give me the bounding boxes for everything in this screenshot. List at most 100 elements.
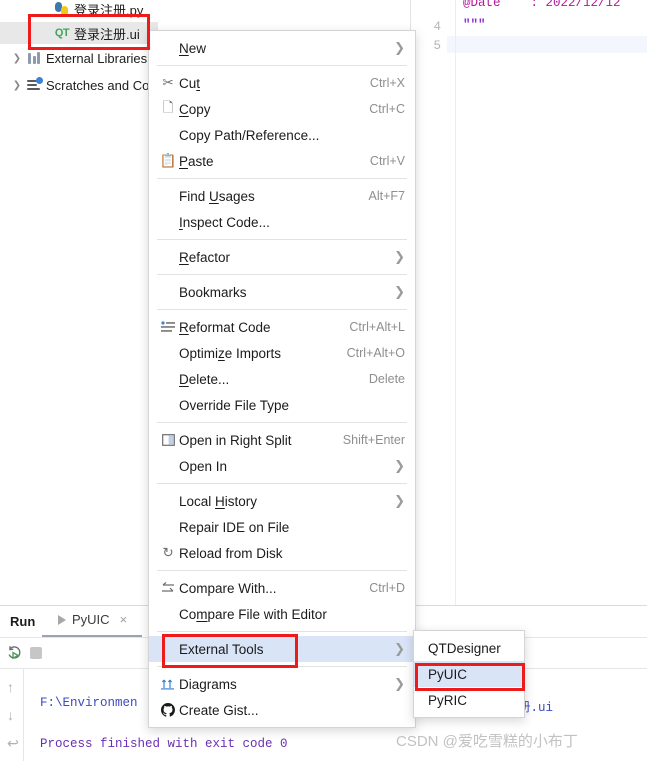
split-icon xyxy=(157,434,179,446)
editor-gutter: 4 5 xyxy=(411,0,447,605)
menu-item-label: Open in Right Split xyxy=(179,432,292,448)
menu-item-label: Reformat Code xyxy=(179,319,271,335)
chevron-right-icon: ❯ xyxy=(394,458,405,473)
menu-item-compare-file-with-editor[interactable]: Compare File with Editor xyxy=(149,601,415,627)
diagrams-icon xyxy=(157,678,179,690)
menu-item-label: Optimize Imports xyxy=(179,345,282,361)
menu-separator xyxy=(157,274,407,275)
menu-item-delete[interactable]: Delete... Delete xyxy=(149,366,415,392)
menu-item-shortcut: Delete xyxy=(368,372,405,386)
copy-icon: 🗋 xyxy=(162,99,174,115)
code-editor[interactable]: 4 5 @Date : 2022/12/12 """ xyxy=(410,0,647,605)
chevron-right-icon: ❯ xyxy=(394,249,405,264)
menu-item-label: Create Gist... xyxy=(179,702,259,718)
menu-item-label: Copy xyxy=(179,101,211,117)
rerun-icon[interactable] xyxy=(6,644,24,662)
menu-item-shortcut: Ctrl+Alt+L xyxy=(349,320,405,334)
chevron-right-icon: ❯ xyxy=(394,493,405,508)
menu-separator xyxy=(157,570,407,571)
menu-item-reformat-code[interactable]: Reformat Code Ctrl+Alt+L xyxy=(149,314,415,340)
menu-item-label: Override File Type xyxy=(179,397,290,413)
menu-item-find-usages[interactable]: Find Usages Alt+F7 xyxy=(149,183,415,209)
menu-item-inspect-code[interactable]: Inspect Code... xyxy=(149,209,415,235)
tree-item-py-file[interactable]: 登录注册.py xyxy=(0,0,230,20)
menu-separator xyxy=(157,239,407,240)
compare-icon xyxy=(157,582,179,594)
menu-item-label: Repair IDE on File xyxy=(179,519,290,535)
chevron-right-icon[interactable]: ❯ xyxy=(10,53,24,64)
editor-indent-guide xyxy=(455,0,456,605)
menu-item-label: Refactor xyxy=(179,249,231,265)
screenshot-root: 登录注册.py QT 登录注册.ui ❯ External Libraries … xyxy=(0,0,647,761)
menu-item-cut[interactable]: ✂ Cut Ctrl+X xyxy=(149,70,415,96)
python-file-icon xyxy=(52,2,72,16)
chevron-right-icon[interactable]: ❯ xyxy=(10,80,24,91)
github-icon xyxy=(157,703,179,717)
chevron-right-icon: ❯ xyxy=(394,40,405,55)
menu-item-label: Bookmarks xyxy=(179,284,247,300)
console-line: Process finished with exit code 0 xyxy=(40,737,288,751)
menu-item-new[interactable]: New ❯ xyxy=(149,35,415,61)
run-tab-label: PyUIC xyxy=(72,612,110,627)
menu-item-copy-path-reference[interactable]: Copy Path/Reference... xyxy=(149,122,415,148)
menu-item-create-gist[interactable]: Create Gist... xyxy=(149,697,415,723)
menu-item-repair-ide-on-file[interactable]: Repair IDE on File xyxy=(149,514,415,540)
scratches-icon xyxy=(24,77,44,91)
tree-item-ui-file[interactable]: QT 登录注册.ui xyxy=(0,22,158,44)
menu-item-reload-from-disk[interactable]: ↻ Reload from Disk xyxy=(149,540,415,566)
reformat-icon xyxy=(157,321,179,333)
scissors-icon: ✂ xyxy=(162,75,174,90)
menu-item-label: Open In xyxy=(179,458,228,474)
menu-item-open-in-right-split[interactable]: Open in Right Split Shift+Enter xyxy=(149,427,415,453)
console-line: F:\Environmen xyxy=(40,696,138,710)
menu-item-label: Delete... xyxy=(179,371,230,387)
menu-item-paste[interactable]: 📋 Paste Ctrl+V xyxy=(149,148,415,174)
reload-icon: ↻ xyxy=(162,545,174,560)
menu-item-copy[interactable]: 🗋 Copy Ctrl+C xyxy=(149,96,415,122)
chevron-right-icon: ❯ xyxy=(394,284,405,299)
stop-icon[interactable] xyxy=(30,647,42,659)
menu-item-shortcut: Ctrl+C xyxy=(369,102,405,116)
console-side-rail: ↑ ↓ ↩ xyxy=(0,669,24,761)
menu-item-shortcut: Alt+F7 xyxy=(368,189,405,203)
menu-item-label: Local History xyxy=(179,493,258,509)
menu-item-compare-with[interactable]: Compare With... Ctrl+D xyxy=(149,575,415,601)
chevron-right-icon: ❯ xyxy=(394,641,405,656)
menu-separator xyxy=(157,483,407,484)
menu-separator xyxy=(157,65,407,66)
scroll-up-icon[interactable]: ↑ xyxy=(7,679,14,695)
file-context-menu[interactable]: New ❯ ✂ Cut Ctrl+X 🗋 Copy Ctrl+C Copy Pa… xyxy=(148,30,416,728)
close-icon[interactable]: × xyxy=(120,612,128,627)
soft-wrap-icon[interactable]: ↩ xyxy=(7,735,19,752)
menu-item-label: Copy Path/Reference... xyxy=(179,127,320,143)
menu-item-label: Reload from Disk xyxy=(179,545,283,561)
line-number: 4 xyxy=(433,20,441,34)
menu-item-shortcut: Shift+Enter xyxy=(342,433,405,447)
menu-item-local-history[interactable]: Local History ❯ xyxy=(149,488,415,514)
menu-item-override-file-type[interactable]: Override File Type xyxy=(149,392,415,418)
menu-item-label: Compare With... xyxy=(179,580,277,596)
menu-item-label: External Tools xyxy=(179,641,264,657)
menu-item-label: Cut xyxy=(179,75,201,91)
line-number: 5 xyxy=(433,39,441,53)
menu-item-optimize-imports[interactable]: Optimize Imports Ctrl+Alt+O xyxy=(149,340,415,366)
submenu-item-pyuic[interactable]: PyUIC xyxy=(414,661,524,687)
menu-item-label: New xyxy=(179,40,207,56)
external-tools-submenu[interactable]: QTDesigner PyUIC PyRIC xyxy=(413,630,525,718)
menu-item-shortcut: Ctrl+X xyxy=(369,76,405,90)
menu-item-refactor[interactable]: Refactor ❯ xyxy=(149,244,415,270)
menu-item-label: Diagrams xyxy=(179,676,237,692)
menu-item-external-tools[interactable]: External Tools ❯ xyxy=(149,636,415,662)
menu-item-label: Paste xyxy=(179,153,214,169)
scroll-down-icon[interactable]: ↓ xyxy=(7,707,14,723)
menu-separator xyxy=(157,631,407,632)
submenu-item-qtdesigner[interactable]: QTDesigner xyxy=(414,635,524,661)
menu-item-shortcut: Ctrl+V xyxy=(369,154,405,168)
menu-item-open-in[interactable]: Open In ❯ xyxy=(149,453,415,479)
tree-item-label: External Libraries xyxy=(46,50,148,66)
run-tab-pyuic[interactable]: PyUIC × xyxy=(58,612,127,627)
submenu-item-pyric[interactable]: PyRIC xyxy=(414,687,524,713)
menu-item-diagrams[interactable]: Diagrams ❯ xyxy=(149,671,415,697)
menu-item-bookmarks[interactable]: Bookmarks ❯ xyxy=(149,279,415,305)
menu-item-label: Find Usages xyxy=(179,188,255,204)
